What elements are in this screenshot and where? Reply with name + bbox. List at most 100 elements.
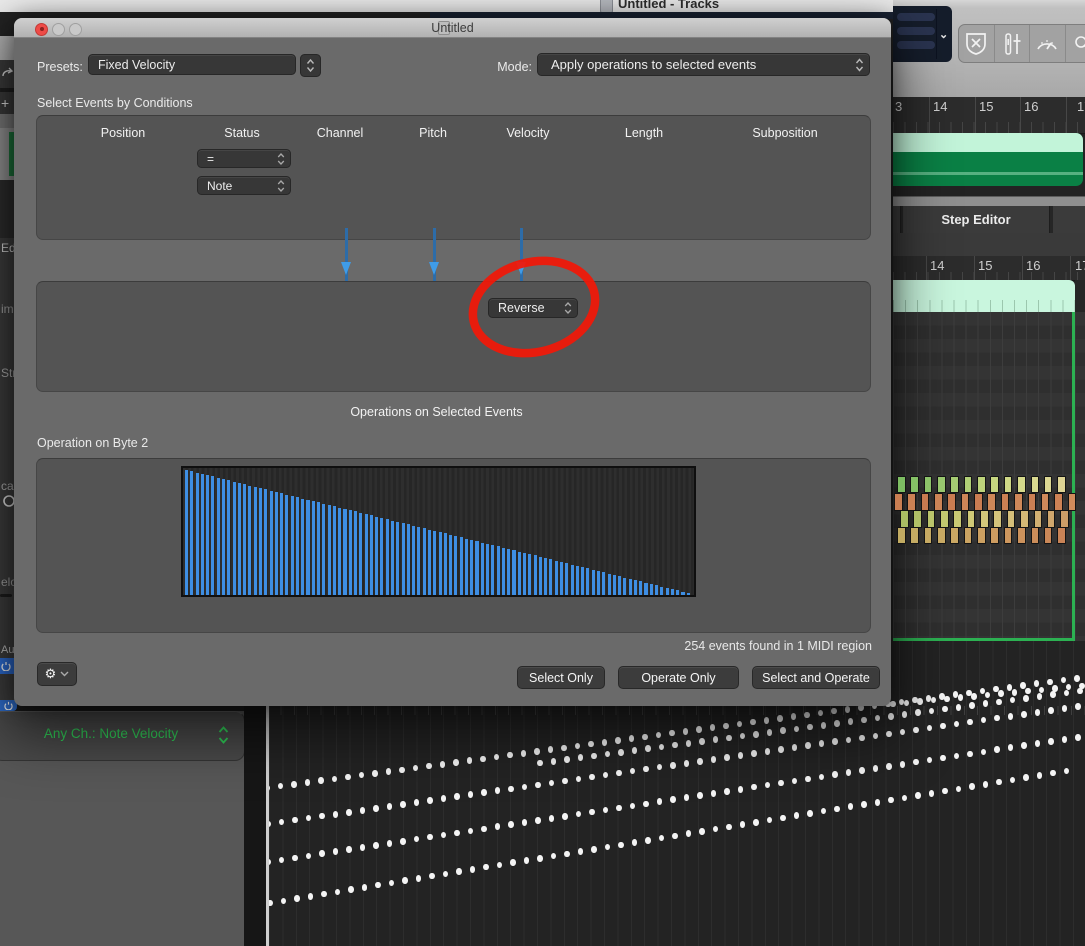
velocity-dot[interactable] [429, 872, 435, 880]
velocity-dot[interactable] [1009, 696, 1016, 704]
step-velocity-bar[interactable] [1030, 476, 1039, 493]
velocity-dot[interactable] [618, 749, 624, 756]
velocity-dot[interactable] [724, 754, 730, 761]
velocity-dot[interactable] [319, 812, 325, 820]
velocity-dot[interactable] [321, 890, 327, 898]
velocity-dot[interactable] [358, 771, 365, 779]
velocity-dot[interactable] [980, 748, 987, 756]
velocity-dot[interactable] [643, 800, 649, 808]
velocity-dot[interactable] [494, 823, 501, 830]
velocity-dot[interactable] [359, 807, 366, 814]
velocity-dot[interactable] [832, 738, 838, 745]
velocity-dot[interactable] [454, 829, 460, 837]
step-velocity-bar[interactable] [947, 493, 956, 511]
velocity-dot[interactable] [413, 799, 420, 806]
velocity-dot[interactable] [346, 846, 352, 853]
velocity-dot[interactable] [1036, 772, 1043, 779]
velocity-dot[interactable] [602, 771, 609, 779]
velocity-dot[interactable] [631, 747, 638, 754]
velocity-dot[interactable] [1025, 687, 1031, 695]
velocity-dot[interactable] [467, 791, 474, 798]
velocity-dot[interactable] [901, 794, 908, 802]
velocity-dot[interactable] [400, 838, 406, 845]
step-velocity-bar[interactable] [897, 527, 906, 544]
velocity-dot[interactable] [481, 825, 487, 833]
step-velocity-bar[interactable] [1043, 476, 1053, 493]
velocity-dot[interactable] [550, 758, 557, 765]
velocity-dot[interactable] [292, 854, 298, 862]
step-velocity-bar[interactable] [963, 476, 973, 493]
step-velocity-bar[interactable] [966, 510, 976, 528]
velocity-dot[interactable] [481, 789, 487, 796]
velocity-dot[interactable] [834, 720, 840, 727]
velocity-dot[interactable] [670, 762, 676, 769]
velocity-dot[interactable] [361, 884, 368, 891]
velocity-dot[interactable] [359, 844, 366, 851]
pitch-operation-select[interactable]: Reverse [488, 298, 578, 318]
velocity-dot[interactable] [629, 767, 636, 775]
velocity-dot[interactable] [832, 771, 838, 778]
velocity-dot[interactable] [955, 785, 962, 793]
velocity-dot[interactable] [697, 758, 703, 765]
step-velocity-bar[interactable] [897, 476, 906, 493]
step-velocity-bar[interactable] [977, 527, 986, 544]
velocity-dot[interactable] [793, 725, 800, 733]
velocity-dot[interactable] [454, 793, 460, 800]
velocity-dot[interactable] [385, 768, 392, 775]
velocity-dot[interactable] [753, 819, 759, 826]
velocity-dot[interactable] [739, 732, 746, 740]
velocity-dot[interactable] [375, 881, 381, 889]
velocity-dot[interactable] [645, 837, 651, 844]
velocity-dot[interactable] [739, 821, 746, 828]
velocity-dot[interactable] [737, 752, 744, 759]
select-and-operate-button[interactable]: Select and Operate [752, 666, 880, 689]
velocity-dot[interactable] [996, 698, 1002, 706]
step-velocity-bar[interactable] [1040, 493, 1050, 511]
velocity-dot[interactable] [1023, 774, 1029, 781]
velocity-dot[interactable] [928, 790, 935, 797]
velocity-dot[interactable] [1061, 736, 1068, 743]
velocity-dot[interactable] [277, 782, 284, 790]
step-velocity-bar[interactable] [923, 527, 933, 544]
velocity-dot[interactable] [913, 758, 919, 766]
step-velocity-bar[interactable] [950, 527, 959, 544]
velocity-dot[interactable] [588, 740, 594, 748]
velocity-dot[interactable] [373, 842, 379, 849]
velocity-dot[interactable] [400, 801, 406, 808]
velocity-dot[interactable] [723, 722, 729, 730]
velocity-dot[interactable] [899, 761, 906, 768]
velocity-dot[interactable] [278, 856, 285, 864]
velocity-dot[interactable] [940, 754, 946, 762]
velocity-dot[interactable] [575, 775, 582, 783]
velocity-dot[interactable] [535, 817, 541, 824]
velocity-dot[interactable] [726, 823, 732, 831]
velocity-dot[interactable] [591, 752, 597, 760]
status-operator-select[interactable]: = [197, 149, 291, 168]
velocity-dot[interactable] [413, 835, 420, 843]
velocity-dot[interactable] [697, 792, 703, 799]
velocity-dot[interactable] [1009, 776, 1016, 784]
velocity-dot[interactable] [982, 781, 989, 788]
velocity-dot[interactable] [750, 718, 756, 726]
velocity-dot[interactable] [1063, 689, 1070, 697]
velocity-dot[interactable] [834, 805, 840, 813]
step-velocity-bar[interactable] [963, 527, 973, 544]
velocity-dot[interactable] [334, 888, 341, 896]
velocity-dot[interactable] [575, 810, 582, 818]
velocity-dot[interactable] [483, 863, 489, 871]
velocity-dot[interactable] [926, 724, 933, 732]
velocity-dot[interactable] [683, 794, 690, 801]
velocity-dot[interactable] [764, 748, 771, 755]
velocity-dot[interactable] [520, 750, 527, 757]
velocity-dot[interactable] [655, 731, 662, 739]
step-velocity-bar[interactable] [977, 476, 986, 493]
velocity-dot[interactable] [577, 754, 584, 761]
midi-draw-param-menu[interactable]: Any Ch.: Note Velocity [0, 711, 245, 761]
step-velocity-bar[interactable] [1057, 527, 1066, 544]
velocity-dot[interactable] [521, 783, 528, 791]
velocity-dot[interactable] [1036, 693, 1043, 700]
velocity-dot[interactable] [564, 756, 570, 763]
velocity-dot[interactable] [642, 733, 648, 741]
velocity-dot[interactable] [793, 812, 800, 819]
step-velocity-bar[interactable] [900, 510, 909, 528]
